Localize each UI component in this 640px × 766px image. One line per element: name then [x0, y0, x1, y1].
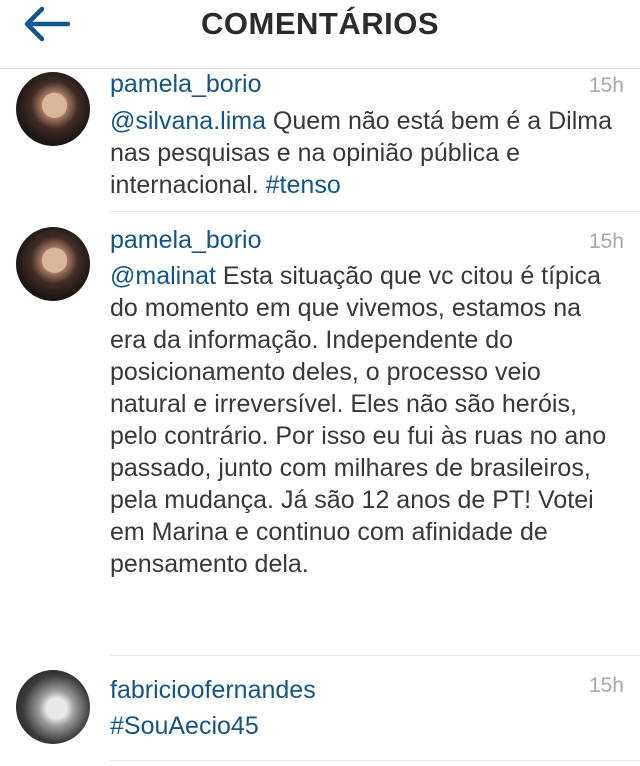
comment-mention[interactable]: @malinat — [110, 262, 216, 290]
comment-text: @silvana.lima Quem não está bem é a Dilm… — [110, 105, 615, 201]
comment-item: fabricioofernandes 15h #SouAecio45 — [0, 656, 640, 766]
comment-text: @malinat Esta situação que vc citou é tí… — [110, 260, 615, 580]
page-title: COMENTÁRIOS — [201, 6, 439, 41]
comment-username[interactable]: pamela_borio — [110, 70, 262, 99]
comment-time: 15h — [588, 674, 624, 697]
header-bar: COMENTÁRIOS — [0, 0, 640, 69]
avatar[interactable] — [16, 227, 90, 301]
comment-username[interactable]: fabricioofernandes — [110, 676, 316, 705]
comment-username[interactable]: pamela_borio — [110, 226, 262, 255]
comment-divider — [110, 760, 640, 761]
avatar[interactable] — [16, 670, 90, 744]
comment-mention[interactable]: @silvana.lima — [110, 107, 266, 135]
comment-time: 15h — [588, 230, 624, 253]
comment-item: pamela_borio 15h @silvana.lima Quem não … — [0, 68, 640, 212]
comment-item: pamela_borio 15h @malinat Esta situação … — [0, 212, 640, 656]
comment-text: #SouAecio45 — [110, 710, 615, 742]
comment-time: 15h — [588, 74, 624, 97]
avatar[interactable] — [16, 72, 90, 146]
comment-hashtag[interactable]: #tenso — [266, 171, 341, 199]
comment-hashtag[interactable]: #SouAecio45 — [110, 712, 259, 740]
comment-body: Esta situação que vc citou é típica do m… — [110, 262, 607, 578]
